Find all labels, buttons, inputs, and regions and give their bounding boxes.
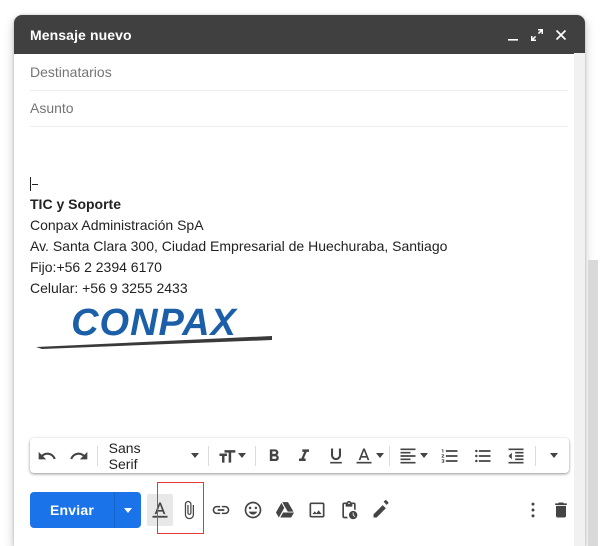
text-cursor xyxy=(30,177,31,191)
logo-text: CONPAX xyxy=(71,303,238,344)
text-color-icon xyxy=(356,448,372,463)
bulleted-list-icon[interactable] xyxy=(467,438,501,473)
toolbar-separator xyxy=(388,445,390,466)
undo-icon[interactable] xyxy=(30,438,64,473)
signature-icon[interactable] xyxy=(365,494,397,526)
compose-actions: Enviar xyxy=(30,492,575,528)
link-icon[interactable] xyxy=(205,494,237,526)
message-body[interactable]: TIC y Soporte Conpax Administración SpA … xyxy=(30,194,570,299)
compose-window: Mensaje nuevo TIC y Soporte Conpax Admin… xyxy=(14,15,585,546)
send-button[interactable]: Enviar xyxy=(30,492,114,528)
font-size-button[interactable] xyxy=(212,438,252,473)
numbered-list-icon[interactable] xyxy=(433,438,467,473)
more-options-icon[interactable] xyxy=(519,494,547,526)
font-family-select[interactable]: Sans Serif xyxy=(101,438,205,473)
photo-icon[interactable] xyxy=(301,494,333,526)
bold-icon[interactable] xyxy=(259,438,289,473)
signature-dash xyxy=(32,184,38,185)
chevron-down-icon xyxy=(550,453,559,458)
underline-icon[interactable] xyxy=(320,438,352,473)
font-size-icon xyxy=(219,449,236,463)
send-options-button[interactable] xyxy=(114,492,141,528)
chevron-down-icon xyxy=(190,453,199,458)
close-icon[interactable] xyxy=(549,23,573,47)
chevron-down-icon xyxy=(419,453,428,458)
subject-input[interactable] xyxy=(30,100,568,116)
text-color-button[interactable] xyxy=(352,438,386,473)
subject-field[interactable] xyxy=(30,90,568,127)
chevron-down-icon xyxy=(238,453,247,458)
delete-icon[interactable] xyxy=(547,494,575,526)
drive-icon[interactable] xyxy=(269,494,301,526)
toolbar-separator xyxy=(207,445,209,466)
scrollbar-thumb[interactable] xyxy=(588,260,598,546)
signature-line-3: Av. Santa Clara 300, Ciudad Empresarial … xyxy=(30,238,448,254)
compose-titlebar[interactable]: Mensaje nuevo xyxy=(14,15,585,54)
chevron-down-icon xyxy=(124,507,132,513)
align-button[interactable] xyxy=(393,438,433,473)
toolbar-separator xyxy=(96,445,98,466)
align-icon xyxy=(400,448,416,463)
redo-icon[interactable] xyxy=(64,438,94,473)
attach-highlight-box xyxy=(157,482,204,534)
emoji-icon[interactable] xyxy=(237,494,269,526)
expand-icon[interactable] xyxy=(525,23,549,47)
minimize-icon[interactable] xyxy=(501,23,525,47)
toolbar-separator xyxy=(535,445,537,466)
formatting-toolbar: Sans Serif xyxy=(30,438,569,473)
toolbar-separator xyxy=(254,445,256,466)
signature-line-1: TIC y Soporte xyxy=(30,196,122,212)
confidential-icon[interactable] xyxy=(333,494,365,526)
signature-line-5: Celular: +56 9 3255 2433 xyxy=(30,280,188,296)
conpax-logo: CONPAX xyxy=(36,303,272,349)
scrollbar-track[interactable] xyxy=(574,53,585,546)
recipients-input[interactable] xyxy=(30,64,568,80)
chevron-down-icon xyxy=(376,453,384,458)
indent-less-icon[interactable] xyxy=(500,438,532,473)
font-family-label: Sans Serif xyxy=(108,439,141,472)
italic-icon[interactable] xyxy=(288,438,320,473)
signature-line-4: Fijo:+56 2 2394 6170 xyxy=(30,259,162,275)
signature-line-2: Conpax Administración SpA xyxy=(30,217,204,233)
compose-title: Mensaje nuevo xyxy=(30,26,132,43)
recipients-field[interactable] xyxy=(30,54,568,91)
more-formatting-icon[interactable] xyxy=(539,438,569,473)
